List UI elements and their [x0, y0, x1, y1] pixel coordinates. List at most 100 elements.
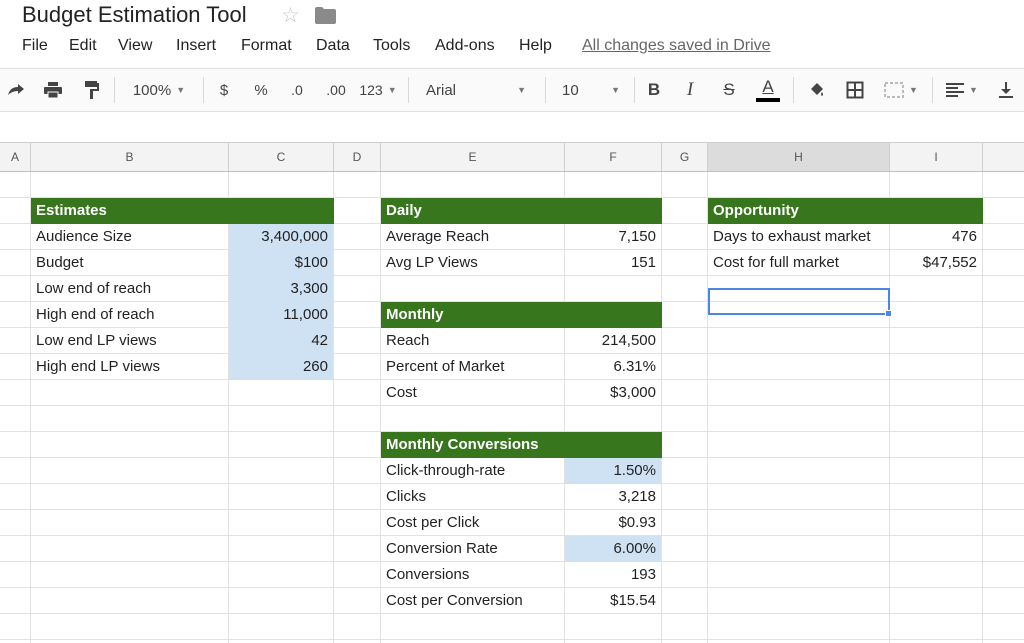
daily-header-fill[interactable]	[565, 198, 662, 224]
toolbar-divider	[634, 77, 635, 103]
opportunity-header[interactable]: Opportunity	[708, 198, 890, 224]
menu-format[interactable]: Format	[241, 37, 292, 55]
opportunity-label[interactable]: Cost for full market	[708, 250, 889, 276]
align-left-icon[interactable]: ▼	[940, 69, 984, 111]
column-header-h[interactable]: H	[708, 143, 890, 171]
column-header-f[interactable]: F	[565, 143, 662, 171]
active-cell-selection[interactable]	[708, 288, 890, 315]
menu-data[interactable]: Data	[316, 37, 350, 55]
estimates-label[interactable]: Budget	[31, 250, 228, 276]
menu-view[interactable]: View	[118, 37, 152, 55]
toolbar-divider	[545, 77, 546, 103]
estimates-label[interactable]: Audience Size	[31, 224, 228, 250]
column-header-g[interactable]: G	[662, 143, 708, 171]
conversions-value[interactable]: $15.54	[565, 588, 661, 614]
daily-value[interactable]: 151	[565, 250, 661, 276]
text-color-button[interactable]: A	[753, 69, 783, 111]
percent-format-button[interactable]: %	[249, 69, 273, 111]
increase-decimal-button[interactable]: .00	[320, 69, 352, 111]
menu-edit[interactable]: Edit	[69, 37, 97, 55]
column-header-e[interactable]: E	[381, 143, 565, 171]
sheet-grid[interactable]: Estimates Audience Size 3,400,000 Budget…	[0, 172, 1024, 643]
conversions-value[interactable]: $0.93	[565, 510, 661, 536]
estimates-label[interactable]: Low end of reach	[31, 276, 228, 302]
conversions-header-fill[interactable]	[565, 432, 662, 458]
currency-format-button[interactable]: $	[212, 69, 236, 111]
column-header-i[interactable]: I	[890, 143, 983, 171]
conversions-value[interactable]: 1.50%	[565, 458, 661, 484]
strikethrough-button[interactable]: S	[716, 69, 742, 111]
estimates-header[interactable]: Estimates	[31, 198, 229, 224]
document-title[interactable]: Budget Estimation Tool	[22, 2, 247, 28]
chevron-down-icon: ▼	[176, 85, 186, 95]
opportunity-header-fill[interactable]	[890, 198, 983, 224]
conversions-label[interactable]: Conversion Rate	[381, 536, 564, 562]
column-header-c[interactable]: C	[229, 143, 334, 171]
estimates-header-fill[interactable]	[229, 198, 334, 224]
daily-header[interactable]: Daily	[381, 198, 565, 224]
print-icon[interactable]	[38, 69, 68, 111]
estimates-value[interactable]: 42	[229, 328, 333, 354]
monthly-value[interactable]: 6.31%	[565, 354, 661, 380]
conversions-label[interactable]: Clicks	[381, 484, 564, 510]
bold-button[interactable]: B	[641, 69, 667, 111]
grid-line	[661, 172, 662, 643]
merge-cells-icon[interactable]: ▼	[879, 69, 923, 111]
menu-insert[interactable]: Insert	[176, 37, 216, 55]
monthly-label[interactable]: Reach	[381, 328, 564, 354]
folder-icon[interactable]	[315, 7, 336, 24]
menu-file[interactable]: File	[22, 37, 48, 55]
daily-value[interactable]: 7,150	[565, 224, 661, 250]
estimates-label[interactable]: High end LP views	[31, 354, 228, 380]
menu-add-ons[interactable]: Add-ons	[435, 37, 495, 55]
monthly-label[interactable]: Percent of Market	[381, 354, 564, 380]
column-header-a[interactable]: A	[0, 143, 31, 171]
more-formats-label: 123	[359, 82, 383, 98]
estimates-label[interactable]: Low end LP views	[31, 328, 228, 354]
conversions-header[interactable]: Monthly Conversions	[381, 432, 565, 458]
valign-bottom-icon[interactable]	[993, 69, 1019, 111]
conversions-label[interactable]: Cost per Conversion	[381, 588, 564, 614]
menu-tools[interactable]: Tools	[373, 37, 410, 55]
font-size-select[interactable]: 10 ▼	[554, 69, 628, 111]
toolbar: 100% ▼ $ % .0 .00 123 ▼ Arial ▼ 10 ▼ B I S A…	[0, 68, 1024, 112]
borders-icon[interactable]	[841, 69, 869, 111]
opportunity-value[interactable]: $47,552	[890, 250, 982, 276]
daily-label[interactable]: Avg LP Views	[381, 250, 564, 276]
monthly-value[interactable]: 214,500	[565, 328, 661, 354]
decrease-decimal-button[interactable]: .0	[283, 69, 311, 111]
estimates-value[interactable]: $100	[229, 250, 333, 276]
zoom-select[interactable]: 100% ▼	[122, 69, 196, 111]
monthly-value[interactable]: $3,000	[565, 380, 661, 406]
monthly-header-fill[interactable]	[565, 302, 662, 328]
conversions-value[interactable]: 6.00%	[565, 536, 661, 562]
paint-format-icon[interactable]	[78, 69, 106, 111]
font-family-select[interactable]: Arial ▼	[418, 69, 534, 111]
monthly-label[interactable]: Cost	[381, 380, 564, 406]
column-header-b[interactable]: B	[31, 143, 229, 171]
save-status-link[interactable]: All changes saved in Drive	[582, 37, 771, 55]
italic-button[interactable]: I	[677, 69, 703, 111]
menu-help[interactable]: Help	[519, 37, 552, 55]
more-formats-button[interactable]: 123 ▼	[356, 69, 400, 111]
estimates-value[interactable]: 11,000	[229, 302, 333, 328]
opportunity-value[interactable]: 476	[890, 224, 982, 250]
conversions-label[interactable]: Conversions	[381, 562, 564, 588]
star-icon[interactable]: ☆	[281, 3, 300, 28]
conversions-value[interactable]: 3,218	[565, 484, 661, 510]
monthly-header[interactable]: Monthly	[381, 302, 565, 328]
estimates-value[interactable]: 3,400,000	[229, 224, 333, 250]
fill-handle[interactable]	[885, 310, 892, 317]
estimates-value[interactable]: 260	[229, 354, 333, 380]
daily-label[interactable]: Average Reach	[381, 224, 564, 250]
redo-icon[interactable]	[2, 69, 30, 111]
estimates-value[interactable]: 3,300	[229, 276, 333, 302]
estimates-label[interactable]: High end of reach	[31, 302, 228, 328]
conversions-label[interactable]: Cost per Click	[381, 510, 564, 536]
conversions-value[interactable]: 193	[565, 562, 661, 588]
column-header-d[interactable]: D	[334, 143, 381, 171]
conversions-label[interactable]: Click-through-rate	[381, 458, 564, 484]
fill-color-icon[interactable]	[803, 69, 831, 111]
opportunity-label[interactable]: Days to exhaust market	[708, 224, 889, 250]
column-header-j[interactable]	[983, 143, 1024, 171]
